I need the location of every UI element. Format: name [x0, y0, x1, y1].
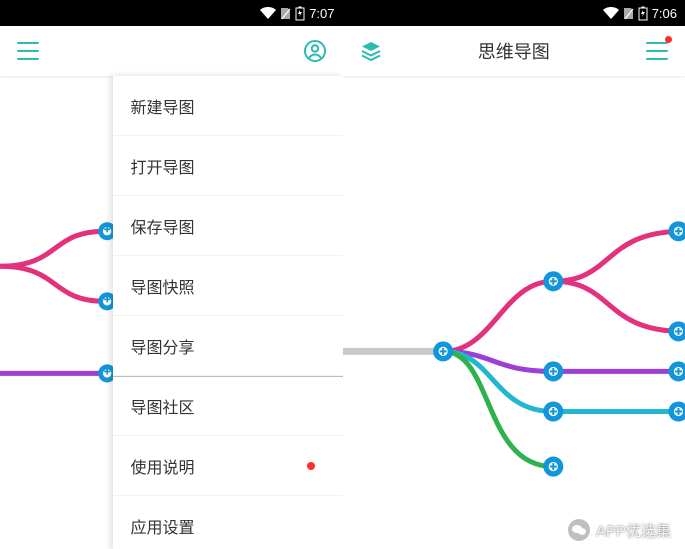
- mindmap-node[interactable]: [543, 401, 563, 421]
- status-time: 7:07: [309, 6, 334, 21]
- mindmap-node[interactable]: [668, 321, 685, 341]
- hamburger-menu-icon[interactable]: [14, 37, 42, 65]
- menu-item-label: 新建导图: [131, 94, 195, 118]
- wifi-icon: [260, 7, 276, 19]
- menu-item-label: 应用设置: [131, 514, 195, 538]
- menu-item-save[interactable]: 保存导图: [113, 196, 343, 256]
- menu-item-community[interactable]: 导图社区: [113, 376, 343, 436]
- wifi-icon: [603, 7, 619, 19]
- menu-item-label: 保存导图: [131, 214, 195, 238]
- menu-item-open[interactable]: 打开导图: [113, 136, 343, 196]
- mindmap-node[interactable]: [543, 457, 563, 477]
- status-bar: 7:06: [343, 0, 685, 26]
- app-bar: [0, 26, 343, 76]
- sim-icon: [280, 7, 291, 20]
- layers-icon[interactable]: [357, 37, 385, 65]
- hamburger-menu-icon[interactable]: [643, 37, 671, 65]
- battery-icon: [638, 6, 648, 21]
- status-bar: 7:07: [0, 0, 343, 26]
- menu-item-share[interactable]: 导图分享: [113, 316, 343, 376]
- phone-right: 7:06 思维导图: [343, 0, 685, 549]
- phone-left: 7:07 新建导图 打开导图 保存导图 导图快照 导图分享 导图社区 使用说明 …: [0, 0, 343, 549]
- mindmap-node[interactable]: [668, 361, 685, 381]
- profile-icon[interactable]: [301, 37, 329, 65]
- status-time: 7:06: [652, 6, 677, 21]
- page-title: 思维导图: [478, 38, 550, 64]
- menu-item-snapshot[interactable]: 导图快照: [113, 256, 343, 316]
- battery-icon: [295, 6, 305, 21]
- mindmap-root-node[interactable]: [433, 341, 453, 361]
- mindmap-node[interactable]: [543, 361, 563, 381]
- menu-item-label: 打开导图: [131, 154, 195, 178]
- mindmap-node[interactable]: [543, 271, 563, 291]
- main-menu-panel: 新建导图 打开导图 保存导图 导图快照 导图分享 导图社区 使用说明 应用设置: [113, 76, 343, 549]
- wechat-icon: [568, 519, 590, 541]
- mindmap-canvas-right[interactable]: [343, 76, 685, 549]
- menu-item-label: 导图快照: [131, 274, 195, 298]
- menu-item-label: 导图分享: [131, 334, 195, 358]
- watermark-text: APP优选集: [596, 520, 671, 541]
- mindmap-node[interactable]: [668, 221, 685, 241]
- mindmap-node[interactable]: [668, 401, 685, 421]
- sim-icon: [623, 7, 634, 20]
- notification-dot-icon: [307, 462, 315, 470]
- menu-item-help[interactable]: 使用说明: [113, 436, 343, 496]
- menu-item-label: 导图社区: [131, 394, 195, 418]
- watermark: APP优选集: [568, 519, 671, 541]
- menu-item-new[interactable]: 新建导图: [113, 76, 343, 136]
- menu-item-label: 使用说明: [131, 454, 195, 478]
- app-bar: 思维导图: [343, 26, 685, 76]
- menu-item-settings[interactable]: 应用设置: [113, 496, 343, 549]
